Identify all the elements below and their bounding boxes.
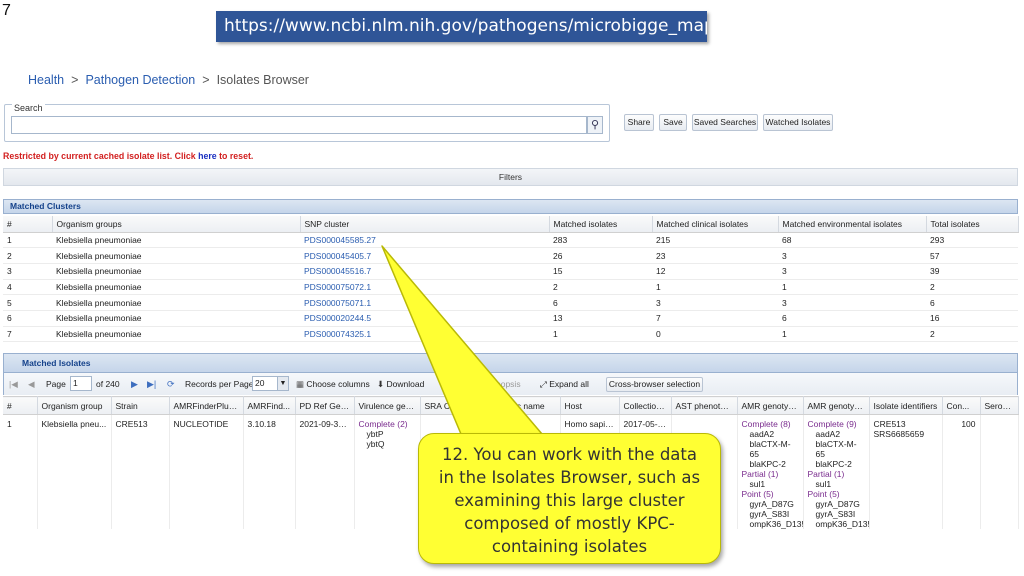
callout-box: 12. You can work with the data in the Is… — [418, 433, 721, 564]
